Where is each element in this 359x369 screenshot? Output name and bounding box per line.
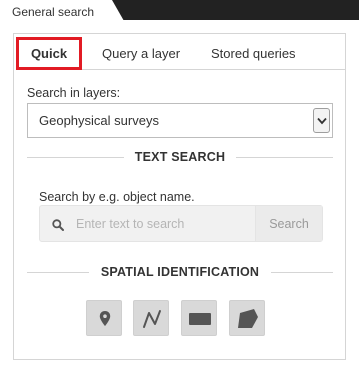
layer-select[interactable]: Geophysical surveys [27,103,333,138]
panel-tab-general-search[interactable]: General search [0,0,124,21]
tab-query-a-layer[interactable]: Query a layer [102,46,180,61]
point-tool-button[interactable] [86,300,122,336]
rectangle-tool-button[interactable] [181,300,217,336]
chevron-down-icon[interactable] [313,108,330,133]
polyline-icon [143,310,161,328]
spatial-identification-heading: SPATIAL IDENTIFICATION [100,265,260,279]
section-divider-left [27,272,89,273]
search-icon [52,218,64,236]
rectangle-icon [189,313,211,325]
section-divider-right [271,272,333,273]
section-divider-left [27,157,124,158]
search-box: Search [39,205,323,242]
tab-stored-queries[interactable]: Stored queries [211,46,296,61]
tab-quick[interactable]: Quick [16,37,82,70]
text-search-heading: TEXT SEARCH [134,150,226,164]
tabs-divider [82,69,346,70]
search-button[interactable]: Search [255,206,322,241]
section-divider-right [236,157,333,158]
polygon-icon [238,309,258,328]
search-in-layers-label: Search in layers: [27,86,121,100]
search-input[interactable] [76,215,252,233]
polygon-tool-button[interactable] [229,300,265,336]
map-pin-icon [99,311,111,326]
panel-tab-label: General search [12,5,95,19]
layer-select-value: Geophysical surveys [39,113,159,128]
search-hint: Search by e.g. object name. [39,190,195,204]
line-tool-button[interactable] [133,300,169,336]
